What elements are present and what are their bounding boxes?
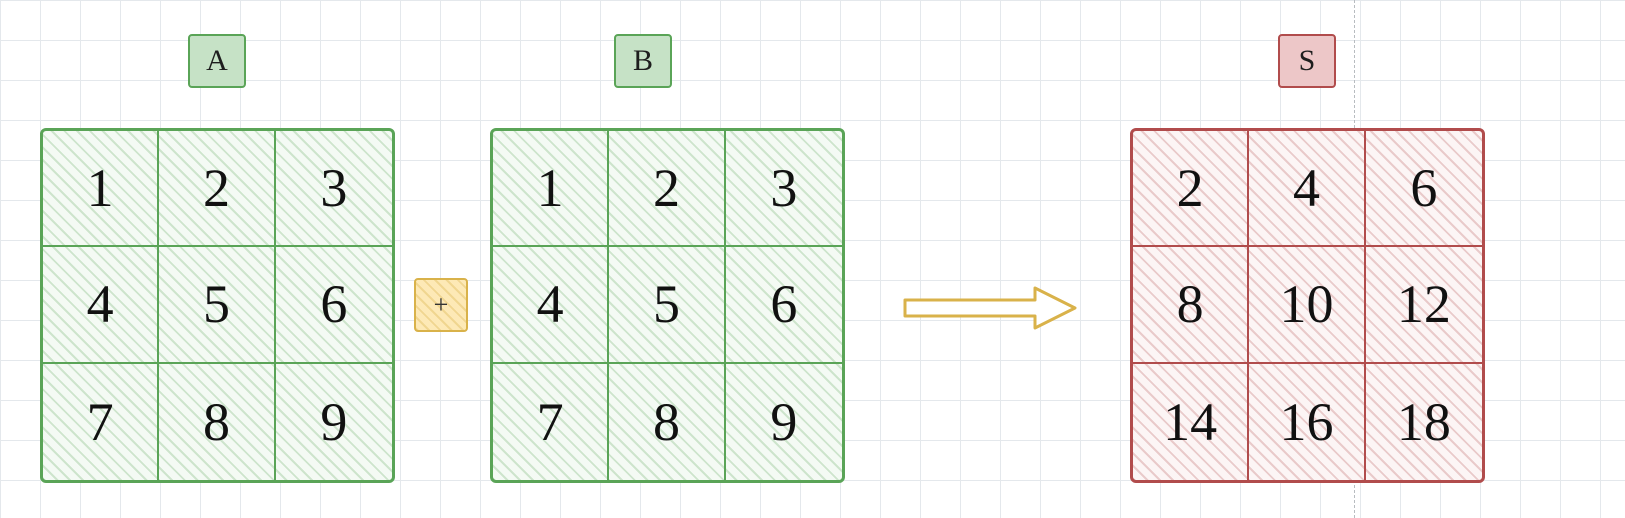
label-B-box: B [614,34,672,88]
matrix-A-cell: 1 [43,131,159,247]
label-B-text: B [633,44,653,78]
matrix-A-cell: 3 [276,131,392,247]
matrix-B-cell: 8 [609,364,725,480]
matrix-S-cell: 18 [1366,364,1482,480]
matrix-B-cell: 3 [726,131,842,247]
matrix-A-cell: 9 [276,364,392,480]
matrix-A-cell: 2 [159,131,275,247]
label-A-box: A [188,34,246,88]
plus-operator-box: + [414,278,468,332]
matrix-B-cell: 7 [493,364,609,480]
matrix-A-cell: 4 [43,247,159,363]
label-A-text: A [206,44,228,78]
matrix-B-cell: 2 [609,131,725,247]
matrix-S-cell: 12 [1366,247,1482,363]
matrix-A-cell: 5 [159,247,275,363]
arrow-icon [900,280,1080,341]
matrix-B: 1 2 3 4 5 6 7 8 9 [490,128,845,483]
matrix-A-cell: 7 [43,364,159,480]
label-S-text: S [1299,44,1316,78]
matrix-B-cell: 6 [726,247,842,363]
diagram-stage: A B S 1 2 3 4 5 6 7 8 9 + 1 2 3 4 5 6 7 … [0,0,1625,518]
matrix-S-cell: 6 [1366,131,1482,247]
matrix-S: 2 4 6 8 10 12 14 16 18 [1130,128,1485,483]
matrix-B-cell: 5 [609,247,725,363]
matrix-S-cell: 4 [1249,131,1365,247]
matrix-S-cell: 2 [1133,131,1249,247]
matrix-A-cell: 8 [159,364,275,480]
matrix-B-cell: 1 [493,131,609,247]
matrix-B-cell: 4 [493,247,609,363]
matrix-S-cell: 10 [1249,247,1365,363]
matrix-A: 1 2 3 4 5 6 7 8 9 [40,128,395,483]
matrix-S-cell: 16 [1249,364,1365,480]
plus-icon: + [434,290,449,320]
matrix-A-cell: 6 [276,247,392,363]
matrix-B-cell: 9 [726,364,842,480]
matrix-S-cell: 14 [1133,364,1249,480]
label-S-box: S [1278,34,1336,88]
matrix-S-cell: 8 [1133,247,1249,363]
